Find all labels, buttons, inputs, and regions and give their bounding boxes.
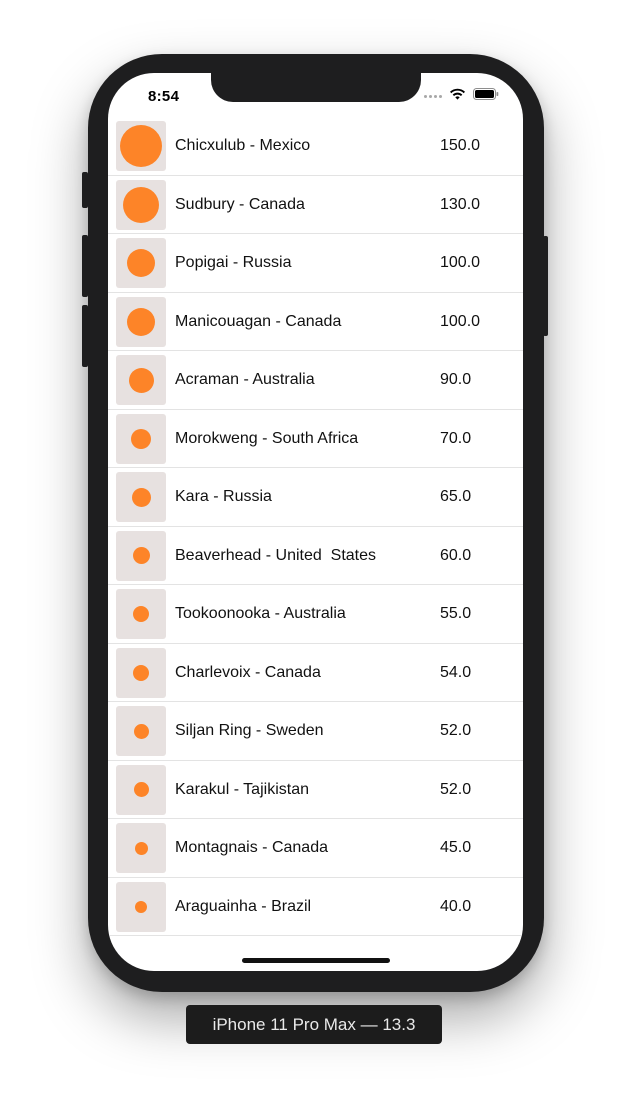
crater-size-dot xyxy=(127,249,155,277)
crater-name: Chicxulub - Mexico xyxy=(175,137,311,154)
cellular-signal-icon xyxy=(424,94,442,98)
crater-thumbnail xyxy=(116,589,166,639)
crater-list: Chicxulub - Mexico 150.0 Sudbury - Canad… xyxy=(108,117,523,936)
crater-name: Siljan Ring - Sweden xyxy=(175,722,324,739)
crater-thumbnail xyxy=(116,881,166,932)
crater-size: 70.0 xyxy=(440,429,472,447)
crater-thumbnail xyxy=(116,121,166,171)
crater-thumbnail xyxy=(116,530,166,581)
list-item[interactable]: Morokweng - South Africa 70.0 xyxy=(108,410,523,468)
crater-size-dot xyxy=(133,606,149,622)
crater-size: 65.0 xyxy=(440,488,472,505)
crater-name: Morokweng - South Africa xyxy=(175,429,359,447)
status-time: 8:54 xyxy=(148,88,180,105)
crater-size: 45.0 xyxy=(440,839,472,856)
crater-size-dot xyxy=(133,723,149,739)
list-item[interactable]: Sudbury - Canada 130.0 xyxy=(108,176,523,234)
crater-size-dot xyxy=(120,125,162,167)
crater-size: 55.0 xyxy=(440,605,472,622)
crater-size: 60.0 xyxy=(440,546,472,564)
crater-size-dot xyxy=(133,664,149,681)
crater-name: Tookoonooka - Australia xyxy=(175,605,346,622)
crater-size: 90.0 xyxy=(440,371,472,388)
crater-thumbnail xyxy=(116,764,166,815)
device-label: iPhone 11 Pro Max — 13.3 xyxy=(186,1005,442,1044)
silent-switch xyxy=(82,172,88,208)
crater-thumbnail xyxy=(116,823,166,873)
crater-name: Charlevoix - Canada xyxy=(175,663,321,681)
list-item[interactable]: Charlevoix - Canada 54.0 xyxy=(108,644,523,702)
crater-name: Beaverhead - United States xyxy=(175,546,377,564)
crater-size: 130.0 xyxy=(440,195,481,213)
crater-thumbnail xyxy=(116,647,166,698)
crater-size-dot xyxy=(133,782,149,797)
screen: 8:54 Chicxulub - Mexico 150.0 Sudbury - … xyxy=(108,73,523,971)
crater-thumbnail xyxy=(116,179,166,230)
power-button xyxy=(543,236,548,336)
list-item[interactable]: Popigai - Russia 100.0 xyxy=(108,234,523,293)
crater-size: 100.0 xyxy=(440,312,481,330)
list-item[interactable]: Tookoonooka - Australia 55.0 xyxy=(108,585,523,644)
crater-thumbnail xyxy=(116,296,166,347)
crater-size: 52.0 xyxy=(440,722,472,739)
crater-name: Araguainha - Brazil xyxy=(175,897,312,915)
list-item[interactable]: Beaverhead - United States 60.0 xyxy=(108,527,523,585)
crater-thumbnail xyxy=(116,472,166,522)
crater-size-dot xyxy=(131,428,151,449)
crater-size-dot xyxy=(134,841,148,855)
crater-name: Kara - Russia xyxy=(175,488,272,505)
list-item[interactable]: Manicouagan - Canada 100.0 xyxy=(108,293,523,351)
crater-name: Karakul - Tajikistan xyxy=(175,780,309,798)
crater-size-dot xyxy=(132,547,150,564)
crater-size-dot xyxy=(128,367,154,393)
list-item[interactable]: Araguainha - Brazil 40.0 xyxy=(108,878,523,936)
crater-thumbnail xyxy=(116,355,166,405)
crater-size: 150.0 xyxy=(440,137,481,154)
crater-thumbnail xyxy=(116,238,166,288)
crater-name: Sudbury - Canada xyxy=(175,195,305,213)
crater-size: 54.0 xyxy=(440,663,472,681)
status-icons xyxy=(424,87,499,105)
crater-size-dot xyxy=(135,900,147,913)
crater-size-dot xyxy=(131,487,151,507)
crater-thumbnail xyxy=(116,413,166,464)
crater-size-dot xyxy=(127,307,155,336)
list-item[interactable]: Chicxulub - Mexico 150.0 xyxy=(108,117,523,176)
crater-size-dot xyxy=(123,186,159,223)
crater-name: Acraman - Australia xyxy=(175,371,315,388)
crater-name: Popigai - Russia xyxy=(175,254,292,271)
notch xyxy=(211,73,421,102)
battery-icon xyxy=(473,87,499,105)
crater-thumbnail xyxy=(116,706,166,756)
volume-down-button xyxy=(82,305,88,367)
crater-name: Montagnais - Canada xyxy=(175,839,328,856)
crater-size: 40.0 xyxy=(440,897,472,915)
list-item[interactable]: Montagnais - Canada 45.0 xyxy=(108,819,523,878)
home-indicator[interactable] xyxy=(242,958,390,963)
list-item[interactable]: Siljan Ring - Sweden 52.0 xyxy=(108,702,523,761)
wifi-icon xyxy=(449,87,466,105)
list-item[interactable]: Acraman - Australia 90.0 xyxy=(108,351,523,410)
list-item[interactable]: Karakul - Tajikistan 52.0 xyxy=(108,761,523,819)
crater-size: 100.0 xyxy=(440,254,481,271)
crater-size: 52.0 xyxy=(440,780,472,798)
volume-up-button xyxy=(82,235,88,297)
crater-name: Manicouagan - Canada xyxy=(175,312,342,330)
list-item[interactable]: Kara - Russia 65.0 xyxy=(108,468,523,527)
